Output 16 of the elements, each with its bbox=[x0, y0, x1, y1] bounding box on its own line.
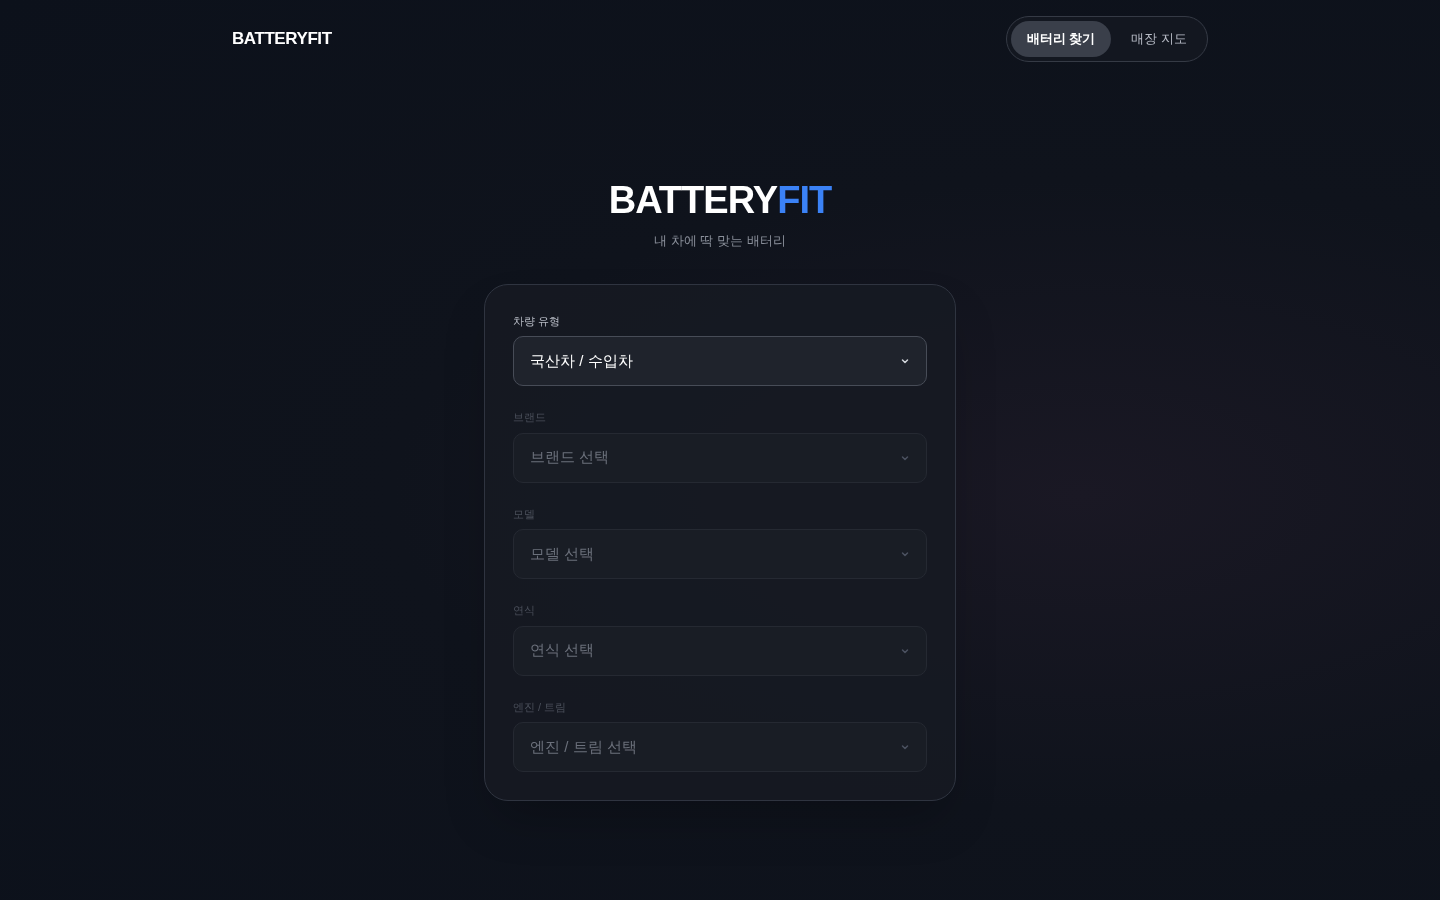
nav-tab[interactable]: 배터리 찾기 bbox=[1010, 21, 1112, 57]
chevron-down-icon bbox=[900, 742, 910, 752]
chevron-down-icon bbox=[900, 356, 910, 366]
brand-title-accent: FIT bbox=[777, 179, 832, 221]
select-value: 엔진 / 트림 선택 bbox=[530, 736, 637, 757]
select-dropdown[interactable]: 국산차 / 수입차 bbox=[513, 336, 927, 386]
chevron-down-icon bbox=[900, 549, 910, 559]
select-value: 연식 선택 bbox=[530, 640, 595, 661]
logo[interactable]: BATTERYFIT bbox=[232, 26, 332, 52]
field-label: 차량 유형 bbox=[513, 313, 562, 329]
select-value: 브랜드 선택 bbox=[530, 447, 610, 468]
nav-tab[interactable]: 매장 지도 bbox=[1115, 21, 1203, 57]
select-value: 국산차 / 수입차 bbox=[530, 350, 633, 371]
select-value: 모델 선택 bbox=[530, 543, 595, 564]
brand-title: BATTERY bbox=[608, 179, 778, 221]
subtitle: 내 차에 딱 맞는 배터리 bbox=[654, 232, 786, 250]
